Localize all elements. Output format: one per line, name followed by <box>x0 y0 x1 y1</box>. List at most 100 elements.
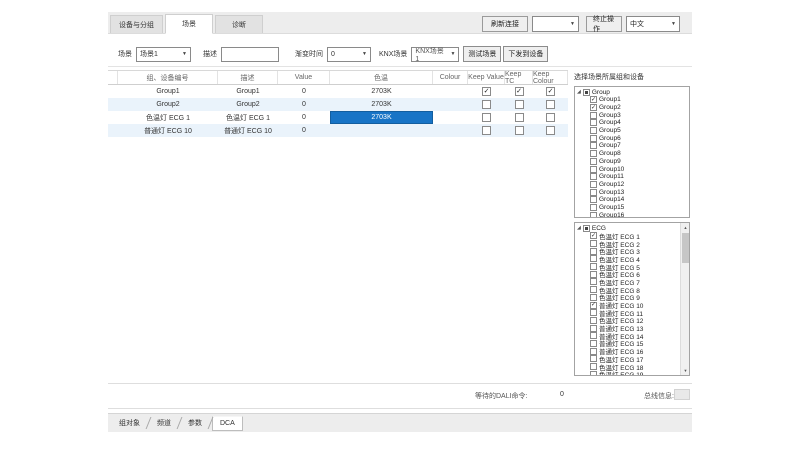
group-tree-item-checkbox[interactable] <box>590 135 597 142</box>
ecg-tree-item-root-checkbox[interactable] <box>583 225 590 232</box>
value-cell: 0 <box>278 111 330 124</box>
table-row[interactable]: 色温灯 ECG 1色温灯 ECG 102703K <box>108 111 568 124</box>
group-tree-item-checkbox[interactable] <box>590 196 597 203</box>
scene-select[interactable]: 场景1 ▼ <box>136 47 191 62</box>
connection-dropdown[interactable]: ▼ <box>532 16 579 32</box>
group-tree-item[interactable]: Group15 <box>575 204 689 212</box>
group-tree-item[interactable]: Group10 <box>575 165 689 173</box>
group-tree-item[interactable]: Group6 <box>575 134 689 142</box>
tab-group-objects[interactable]: 组对象 <box>112 416 147 431</box>
keep-value-checkbox[interactable]: ✓ <box>482 87 491 96</box>
tab-diagnostics[interactable]: 诊断 <box>215 15 263 33</box>
keep-value-checkbox[interactable] <box>482 126 491 135</box>
ecg-tree-item-checkbox[interactable] <box>590 317 597 324</box>
scrollbar-thumb[interactable] <box>682 233 689 263</box>
keep-value-checkbox[interactable] <box>482 113 491 122</box>
tab-scenes[interactable]: 场景 <box>165 14 213 34</box>
keep-colour-checkbox[interactable] <box>546 100 555 109</box>
table-row[interactable]: Group2Group202703K <box>108 98 568 111</box>
row-gutter <box>108 71 118 84</box>
keep-tc-checkbox[interactable] <box>515 126 524 135</box>
ecg-tree-item-checkbox[interactable] <box>590 325 597 332</box>
group-tree-item[interactable]: Group9 <box>575 158 689 166</box>
ecg-tree-item-checkbox[interactable] <box>590 348 597 355</box>
keep-colour-checkbox[interactable] <box>546 113 555 122</box>
group-tree-item[interactable]: Group7 <box>575 142 689 150</box>
stop-operation-button[interactable]: 终止操作 <box>586 16 622 32</box>
language-dropdown[interactable]: 中文 ▼ <box>626 16 680 32</box>
keep-tc-checkbox[interactable]: ✓ <box>515 87 524 96</box>
keep-tc-checkbox[interactable] <box>515 100 524 109</box>
scroll-down-icon[interactable]: ▼ <box>681 366 690 375</box>
fade-time-select[interactable]: 0 ▼ <box>327 47 371 62</box>
group-tree-item-label: Group1 <box>599 96 621 103</box>
group-tree-item[interactable]: Group5 <box>575 127 689 135</box>
tab-devices-grouping[interactable]: 设备与分组 <box>110 15 163 33</box>
ecg-tree-item-checkbox[interactable]: ✓ <box>590 302 597 309</box>
expander-icon[interactable]: ◢ <box>577 225 581 231</box>
group-tree-item-checkbox[interactable] <box>590 158 597 165</box>
keep-colour-checkbox[interactable]: ✓ <box>546 87 555 96</box>
group-tree-item-checkbox[interactable] <box>590 150 597 157</box>
tab-parameters[interactable]: 参数 <box>181 416 209 431</box>
group-tree-item-checkbox[interactable]: ✓ <box>590 96 597 103</box>
group-tree-item[interactable]: Group11 <box>575 173 689 181</box>
group-tree-item[interactable]: Group8 <box>575 150 689 158</box>
group-tree-item[interactable]: ✓Group2 <box>575 104 689 112</box>
send-to-devices-button[interactable]: 下发到设备 <box>503 46 548 62</box>
ecg-tree-item-checkbox[interactable] <box>590 255 597 262</box>
ecg-tree-item-checkbox[interactable] <box>590 271 597 278</box>
table-row[interactable]: 普通灯 ECG 10普通灯 ECG 100 <box>108 124 568 137</box>
keep-colour-checkbox[interactable] <box>546 126 555 135</box>
selected-color-temp-cell[interactable]: 2703K <box>330 111 433 124</box>
ecg-tree-item-checkbox[interactable] <box>590 332 597 339</box>
group-tree-item[interactable]: Group12 <box>575 181 689 189</box>
group-tree-item-checkbox[interactable] <box>590 127 597 134</box>
tab-dca[interactable]: DCA <box>212 416 243 431</box>
group-tree-item-checkbox[interactable] <box>590 112 597 119</box>
description-cell: Group1 <box>218 85 278 98</box>
group-tree-item-checkbox[interactable]: ✓ <box>590 104 597 111</box>
ecg-tree-item-checkbox[interactable] <box>590 363 597 370</box>
device-cell: 色温灯 ECG 1 <box>118 111 218 124</box>
group-tree-item[interactable]: Group3 <box>575 111 689 119</box>
group-tree-item[interactable]: Group4 <box>575 119 689 127</box>
ecg-tree-item-checkbox[interactable] <box>590 240 597 247</box>
table-row[interactable]: Group1Group102703K✓✓✓ <box>108 85 568 98</box>
ecg-tree-item-checkbox[interactable] <box>590 278 597 285</box>
ecg-tree-item[interactable]: 色温灯 ECG 19 <box>575 370 689 376</box>
keep-value-checkbox[interactable] <box>482 100 491 109</box>
group-tree-item-root-checkbox[interactable] <box>583 89 590 96</box>
ecg-tree-item-checkbox[interactable] <box>590 371 597 376</box>
group-tree-item[interactable]: Group16 <box>575 211 689 218</box>
group-tree-item-checkbox[interactable] <box>590 181 597 188</box>
group-tree-item[interactable]: Group14 <box>575 196 689 204</box>
ecg-tree-item-checkbox[interactable]: ✓ <box>590 232 597 239</box>
ecg-tree-item-checkbox[interactable] <box>590 263 597 270</box>
knx-scene-select[interactable]: KNX场景1 ▼ <box>411 47 459 62</box>
group-tree-item-checkbox[interactable] <box>590 212 597 218</box>
description-input[interactable] <box>221 47 279 62</box>
tab-channels[interactable]: 频道 <box>150 416 178 431</box>
group-tree-item-checkbox[interactable] <box>590 119 597 126</box>
group-tree-item[interactable]: Group13 <box>575 188 689 196</box>
ecg-tree-item-checkbox[interactable] <box>590 248 597 255</box>
group-tree-item-checkbox[interactable] <box>590 166 597 173</box>
expander-icon[interactable]: ◢ <box>577 89 581 95</box>
ecg-tree-item-checkbox[interactable] <box>590 355 597 362</box>
test-scene-button[interactable]: 测试场景 <box>463 46 501 62</box>
refresh-connection-button[interactable]: 刷新连接 <box>482 16 528 32</box>
ecg-tree-scrollbar[interactable]: ▲ ▼ <box>680 223 689 375</box>
keep-tc-checkbox[interactable] <box>515 113 524 122</box>
ecg-tree-item-checkbox[interactable] <box>590 286 597 293</box>
group-tree-item-checkbox[interactable] <box>590 204 597 211</box>
group-tree-item-checkbox[interactable] <box>590 189 597 196</box>
ecg-tree-item-checkbox[interactable] <box>590 309 597 316</box>
group-tree-item-checkbox[interactable] <box>590 142 597 149</box>
scroll-up-icon[interactable]: ▲ <box>681 223 690 232</box>
group-tree-item-checkbox[interactable] <box>590 173 597 180</box>
ecg-tree-item-checkbox[interactable] <box>590 294 597 301</box>
group-tree-item-root[interactable]: ◢Group <box>575 88 689 96</box>
ecg-tree-item-checkbox[interactable] <box>590 340 597 347</box>
group-tree-item[interactable]: ✓Group1 <box>575 96 689 104</box>
